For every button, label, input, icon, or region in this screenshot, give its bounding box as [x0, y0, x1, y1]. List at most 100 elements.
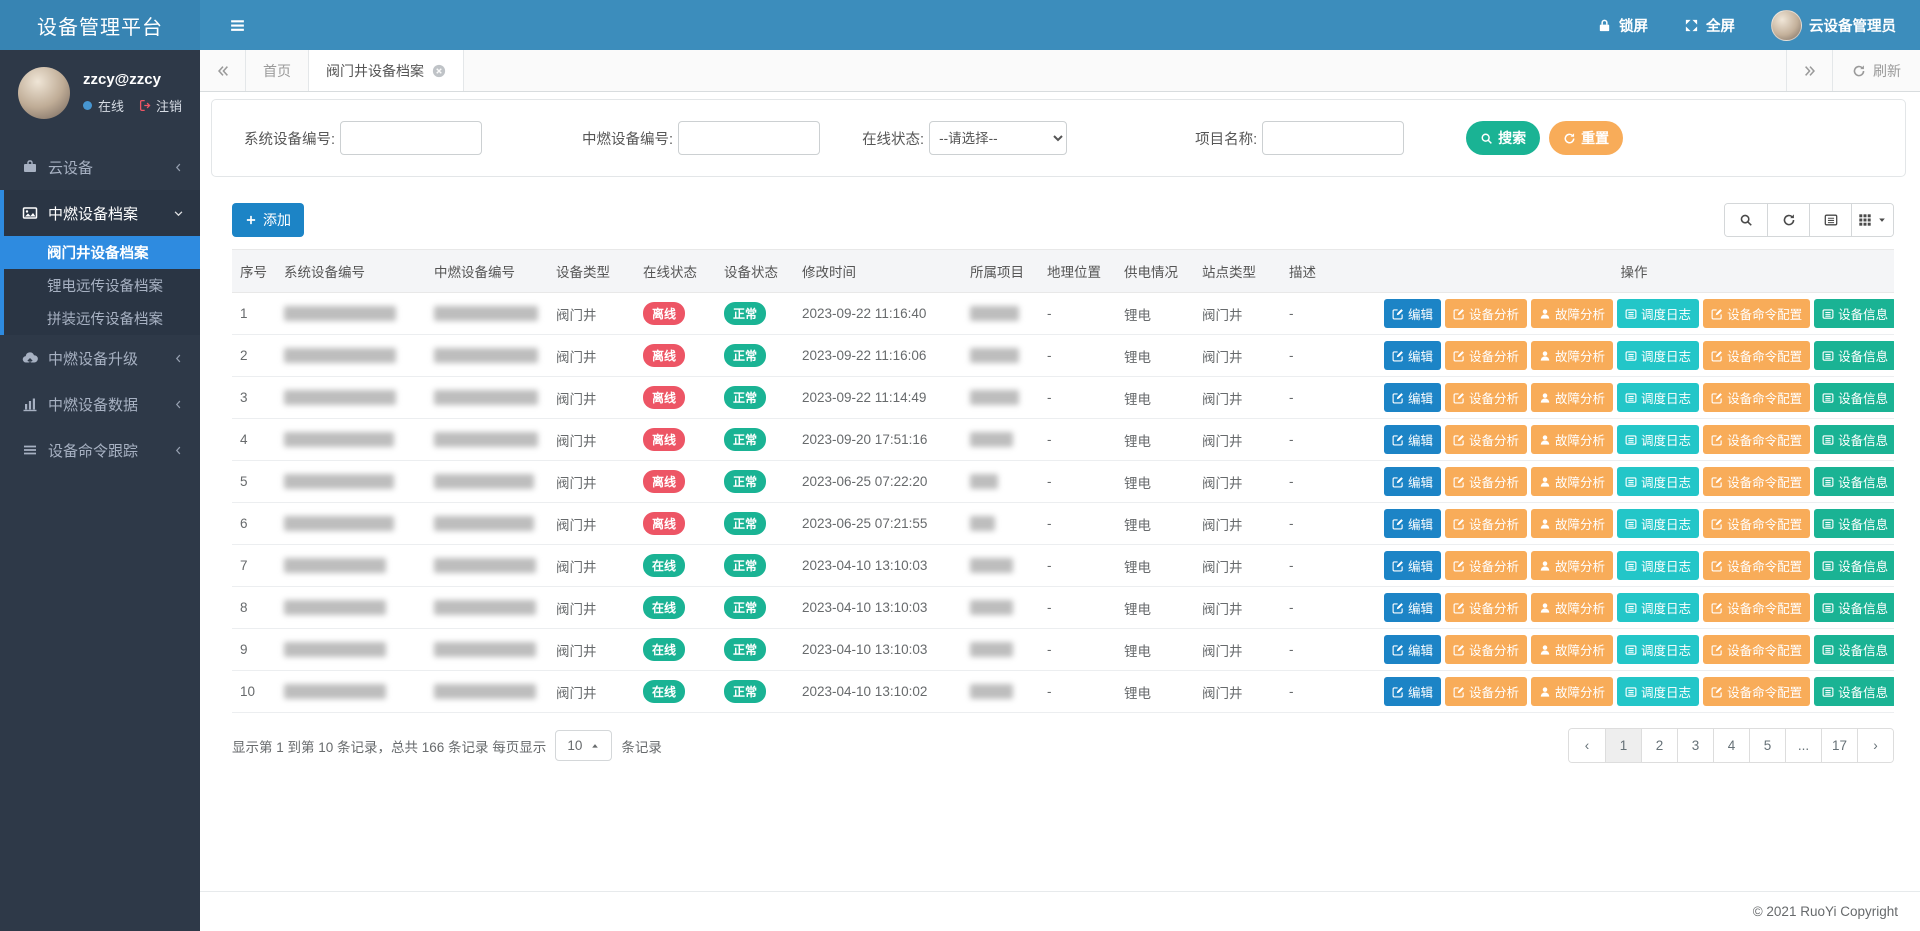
action-edit-button[interactable]: 编辑: [1384, 467, 1441, 496]
sidebar-item-valve-well-archive[interactable]: 阀门井设备档案: [4, 236, 200, 269]
action-device-command-config-button[interactable]: 设备命令配置: [1703, 299, 1810, 328]
action-device-command-config-button[interactable]: 设备命令配置: [1703, 383, 1810, 412]
action-device-analysis-button[interactable]: 设备分析: [1445, 551, 1527, 580]
action-device-analysis-button[interactable]: 设备分析: [1445, 341, 1527, 370]
page-4-button[interactable]: 4: [1713, 729, 1749, 762]
action-fault-analysis-button[interactable]: 故障分析: [1531, 593, 1613, 622]
action-device-info-button[interactable]: 设备信息: [1814, 425, 1894, 454]
action-edit-button[interactable]: 编辑: [1384, 383, 1441, 412]
reset-button[interactable]: 重置: [1549, 121, 1623, 155]
action-device-analysis-button[interactable]: 设备分析: [1445, 425, 1527, 454]
action-device-analysis-button[interactable]: 设备分析: [1445, 383, 1527, 412]
action-fault-analysis-button[interactable]: 故障分析: [1531, 467, 1613, 496]
page-17-button[interactable]: 17: [1821, 729, 1857, 762]
action-fault-analysis-button[interactable]: 故障分析: [1531, 341, 1613, 370]
logout-button[interactable]: 注销: [139, 96, 182, 115]
page-prev-button[interactable]: ‹: [1569, 729, 1605, 762]
fullscreen-button[interactable]: 全屏: [1684, 15, 1735, 36]
action-dispatch-log-button[interactable]: 调度日志: [1617, 593, 1699, 622]
action-device-command-config-button[interactable]: 设备命令配置: [1703, 677, 1810, 706]
tabs-scroll-left-button[interactable]: [200, 50, 246, 91]
page-5-button[interactable]: 5: [1749, 729, 1785, 762]
action-device-info-button[interactable]: 设备信息: [1814, 341, 1894, 370]
action-dispatch-log-button[interactable]: 调度日志: [1617, 383, 1699, 412]
action-dispatch-log-button[interactable]: 调度日志: [1617, 509, 1699, 538]
system-device-no-input[interactable]: [340, 121, 482, 155]
action-dispatch-log-button[interactable]: 调度日志: [1617, 299, 1699, 328]
action-device-command-config-button[interactable]: 设备命令配置: [1703, 635, 1810, 664]
action-dispatch-log-button[interactable]: 调度日志: [1617, 635, 1699, 664]
action-device-command-config-button[interactable]: 设备命令配置: [1703, 551, 1810, 580]
action-edit-button[interactable]: 编辑: [1384, 677, 1441, 706]
action-fault-analysis-button[interactable]: 故障分析: [1531, 635, 1613, 664]
action-fault-analysis-button[interactable]: 故障分析: [1531, 425, 1613, 454]
action-edit-button[interactable]: 编辑: [1384, 509, 1441, 538]
online-status-select[interactable]: --请选择--: [929, 121, 1067, 155]
action-fault-analysis-button[interactable]: 故障分析: [1531, 677, 1613, 706]
action-device-command-config-button[interactable]: 设备命令配置: [1703, 341, 1810, 370]
action-device-analysis-button[interactable]: 设备分析: [1445, 593, 1527, 622]
action-edit-button[interactable]: 编辑: [1384, 299, 1441, 328]
action-edit-button[interactable]: 编辑: [1384, 593, 1441, 622]
action-edit-button[interactable]: 编辑: [1384, 635, 1441, 664]
action-device-info-button[interactable]: 设备信息: [1814, 635, 1894, 664]
page-next-button[interactable]: ›: [1857, 729, 1893, 762]
table-refresh-button[interactable]: [1767, 204, 1809, 236]
action-edit-button[interactable]: 编辑: [1384, 551, 1441, 580]
action-fault-analysis-button[interactable]: 故障分析: [1531, 299, 1613, 328]
action-device-info-button[interactable]: 设备信息: [1814, 509, 1894, 538]
tab-valve-well-archive[interactable]: 阀门井设备档案: [309, 50, 464, 91]
tab-close-icon[interactable]: [432, 64, 446, 78]
page-2-button[interactable]: 2: [1641, 729, 1677, 762]
table-columns-button[interactable]: [1851, 204, 1893, 236]
action-dispatch-log-button[interactable]: 调度日志: [1617, 551, 1699, 580]
zr-device-no-input[interactable]: [678, 121, 820, 155]
page-1-button[interactable]: 1: [1605, 729, 1641, 762]
action-dispatch-log-button[interactable]: 调度日志: [1617, 467, 1699, 496]
action-edit-button[interactable]: 编辑: [1384, 425, 1441, 454]
tab-refresh-button[interactable]: 刷新: [1832, 50, 1920, 91]
action-dispatch-log-button[interactable]: 调度日志: [1617, 341, 1699, 370]
sidebar-item-assembled-remote-archive[interactable]: 拼装远传设备档案: [4, 302, 200, 335]
action-device-analysis-button[interactable]: 设备分析: [1445, 677, 1527, 706]
action-fault-analysis-button[interactable]: 故障分析: [1531, 551, 1613, 580]
action-device-command-config-button[interactable]: 设备命令配置: [1703, 593, 1810, 622]
action-device-command-config-button[interactable]: 设备命令配置: [1703, 467, 1810, 496]
table-detail-view-button[interactable]: [1809, 204, 1851, 236]
sidebar-item-zr-device-upgrade[interactable]: 中燃设备升级: [0, 335, 200, 381]
sidebar-toggle-button[interactable]: [220, 8, 254, 42]
action-fault-analysis-button[interactable]: 故障分析: [1531, 383, 1613, 412]
page-3-button[interactable]: 3: [1677, 729, 1713, 762]
table-search-button[interactable]: [1725, 204, 1767, 236]
action-fault-analysis-button[interactable]: 故障分析: [1531, 509, 1613, 538]
tabs-scroll-right-button[interactable]: [1786, 50, 1832, 91]
tab-home[interactable]: 首页: [246, 50, 309, 91]
action-edit-button[interactable]: 编辑: [1384, 341, 1441, 370]
project-name-input[interactable]: [1262, 121, 1404, 155]
action-device-info-button[interactable]: 设备信息: [1814, 551, 1894, 580]
sidebar-item-cloud-device[interactable]: 云设备: [0, 144, 200, 190]
action-device-info-button[interactable]: 设备信息: [1814, 383, 1894, 412]
action-dispatch-log-button[interactable]: 调度日志: [1617, 677, 1699, 706]
action-device-info-button[interactable]: 设备信息: [1814, 467, 1894, 496]
action-device-analysis-button[interactable]: 设备分析: [1445, 635, 1527, 664]
action-dispatch-log-button[interactable]: 调度日志: [1617, 425, 1699, 454]
action-device-command-config-button[interactable]: 设备命令配置: [1703, 425, 1810, 454]
action-device-info-button[interactable]: 设备信息: [1814, 593, 1894, 622]
page-size-dropdown[interactable]: 10: [555, 730, 612, 761]
lock-screen-button[interactable]: 锁屏: [1597, 15, 1648, 36]
sidebar-item-zr-device-archive[interactable]: 中燃设备档案: [4, 190, 200, 236]
action-device-info-button[interactable]: 设备信息: [1814, 677, 1894, 706]
action-device-info-button[interactable]: 设备信息: [1814, 299, 1894, 328]
sidebar-item-lithium-remote-archive[interactable]: 锂电远传设备档案: [4, 269, 200, 302]
action-device-analysis-button[interactable]: 设备分析: [1445, 509, 1527, 538]
sidebar-item-zr-device-data[interactable]: 中燃设备数据: [0, 381, 200, 427]
page-ellipsis[interactable]: ...: [1785, 729, 1821, 762]
action-device-analysis-button[interactable]: 设备分析: [1445, 467, 1527, 496]
action-device-analysis-button[interactable]: 设备分析: [1445, 299, 1527, 328]
action-device-command-config-button[interactable]: 设备命令配置: [1703, 509, 1810, 538]
user-menu[interactable]: 云设备管理员: [1771, 10, 1896, 41]
sidebar-item-device-command-trace[interactable]: 设备命令跟踪: [0, 427, 200, 473]
search-button[interactable]: 搜索: [1466, 121, 1540, 155]
add-button[interactable]: 添加: [232, 203, 304, 237]
